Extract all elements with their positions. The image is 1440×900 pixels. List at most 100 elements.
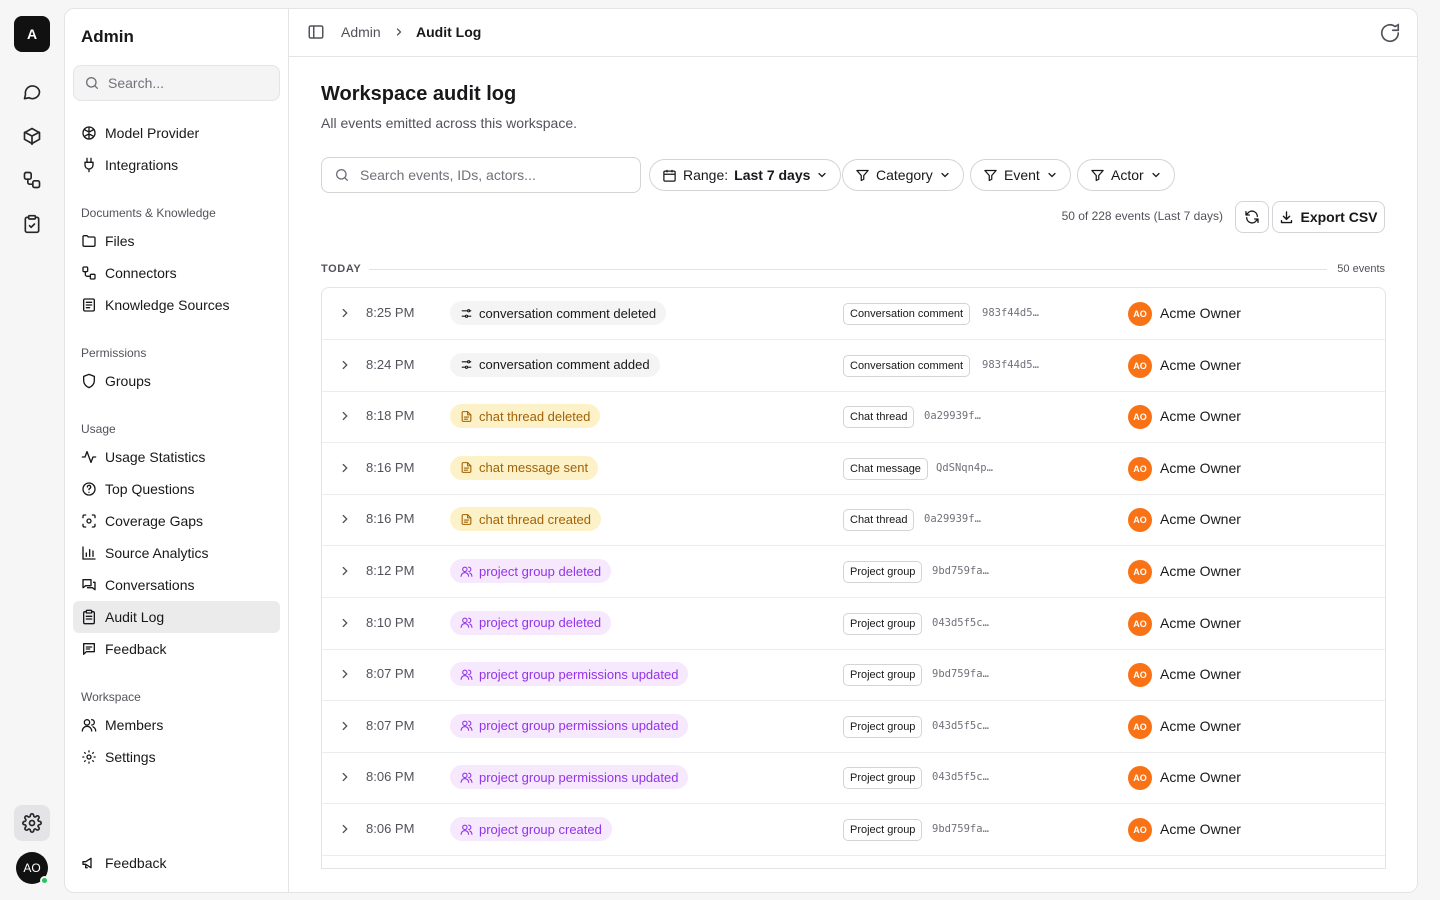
table-row[interactable]: 8:06 PM project group permissions updated… — [322, 752, 1385, 805]
chevron-right-icon[interactable] — [338, 512, 352, 526]
resource-type-badge: Chat message — [843, 457, 928, 480]
sidebar-item-label: Coverage Gaps — [105, 513, 204, 529]
event-search[interactable] — [321, 157, 641, 193]
resource-id[interactable]: 9bd759fa… — [932, 668, 989, 680]
event-time: 8:16 PM — [366, 511, 415, 527]
table-row[interactable]: 8:10 PM project group deleted Project grou… — [322, 598, 1385, 650]
sidebar-item-label: Groups — [105, 373, 151, 389]
sidebar-item-connectors[interactable]: Connectors — [73, 257, 280, 289]
event-type-label: chat message sent — [479, 460, 589, 476]
sidebar-item-label: Connectors — [105, 265, 177, 281]
sidebar-item-usage-statistics[interactable]: Usage Statistics — [73, 441, 280, 473]
clipboard-check-icon[interactable] — [14, 206, 50, 242]
file-text-icon — [460, 410, 473, 423]
sidebar-item-groups[interactable]: Groups — [73, 365, 280, 397]
breadcrumb-admin[interactable]: Admin — [341, 24, 381, 40]
table-row[interactable]: 8:12 PM project group deleted Project grou… — [322, 546, 1385, 598]
sidebar-item-integrations[interactable]: Integrations — [73, 149, 280, 181]
top-bar: Admin Audit Log — [289, 9, 1417, 57]
sidebar-item-audit-log[interactable]: Audit Log — [73, 601, 280, 633]
resource-id[interactable]: 983f44d5… — [982, 307, 1039, 319]
chevron-right-icon[interactable] — [338, 770, 352, 784]
range-filter-button[interactable]: Range: Last 7 days — [649, 159, 842, 191]
chevron-right-icon[interactable] — [338, 306, 352, 320]
table-row[interactable]: 8:18 PM chat thread deleted Chat thread 0a2… — [322, 391, 1385, 444]
sidebar-item-members[interactable]: Members — [73, 709, 280, 741]
chevron-right-icon[interactable] — [338, 822, 352, 836]
chevron-right-icon[interactable] — [338, 667, 352, 681]
resource-id[interactable]: 043d5f5c… — [932, 617, 989, 629]
section-documents-knowledge: Documents & Knowledge — [81, 206, 216, 220]
admin-sidebar: Admin Model Provider Integrations Docume… — [65, 9, 289, 892]
sidebar-item-feedback[interactable]: Feedback — [73, 633, 280, 665]
sidebar-item-label: Model Provider — [105, 125, 200, 141]
gear-icon[interactable] — [14, 805, 50, 841]
chat-bubble-icon[interactable] — [1379, 22, 1401, 44]
event-search-input[interactable] — [360, 167, 630, 183]
table-row[interactable]: 8:16 PM chat message sent Chat message QdSN… — [322, 443, 1385, 495]
chevron-right-icon[interactable] — [338, 719, 352, 733]
chevron-right-icon[interactable] — [338, 616, 352, 630]
sidebar-item-settings[interactable]: Settings — [73, 741, 280, 773]
section-permissions: Permissions — [81, 346, 147, 360]
sidebar-item-knowledge-sources[interactable]: Knowledge Sources — [73, 289, 280, 321]
resource-id[interactable]: 043d5f5c… — [932, 771, 989, 783]
workflow-icon — [460, 358, 473, 371]
actor-avatar: AO — [1128, 714, 1152, 739]
actor-avatar: AO — [1128, 663, 1152, 688]
sidebar-search[interactable] — [73, 65, 280, 101]
audit-events-table: 8:25 PM conversation comment deleted Conve… — [321, 287, 1386, 869]
chevron-right-icon[interactable] — [338, 409, 352, 423]
table-row[interactable]: 8:07 PM project group permissions updated… — [322, 649, 1385, 702]
sidebar-search-input[interactable] — [108, 75, 258, 91]
users-icon — [460, 719, 473, 732]
sidebar-item-files[interactable]: Files — [73, 225, 280, 257]
actor-name: Acme Owner — [1160, 717, 1241, 734]
chevron-right-icon[interactable] — [338, 461, 352, 475]
sidebar-item-model-provider[interactable]: Model Provider — [73, 117, 280, 149]
sidebar-item-source-analytics[interactable]: Source Analytics — [73, 537, 280, 569]
scan-icon — [81, 513, 97, 529]
resource-id[interactable]: 983f44d5… — [982, 359, 1039, 371]
resource-id[interactable]: QdSNqn4p… — [936, 462, 993, 474]
chevron-right-icon[interactable] — [338, 564, 352, 578]
resource-type-badge: Conversation comment — [843, 354, 971, 377]
table-row[interactable]: 8:16 PM chat thread created Chat thread 0a2… — [322, 494, 1385, 547]
event-type-label: project group deleted — [479, 563, 602, 579]
sidebar-toggle-icon[interactable] — [307, 23, 325, 41]
actor-avatar: AO — [1128, 611, 1152, 636]
table-row[interactable]: 8:06 PM project group created Project grou… — [322, 804, 1385, 856]
table-row[interactable]: 8:25 PM conversation comment deleted Conve… — [322, 288, 1385, 340]
table-row[interactable]: 8:07 PM project group permissions updated… — [322, 701, 1385, 753]
actor-name: Acme Owner — [1160, 408, 1241, 425]
table-row[interactable]: 8:24 PM conversation comment added Convers… — [322, 340, 1385, 392]
chat-icon[interactable] — [14, 74, 50, 110]
section-workspace: Workspace — [81, 690, 141, 704]
file-text-icon — [460, 513, 473, 526]
category-filter-button[interactable]: Category — [842, 159, 964, 191]
workspace-logo[interactable]: A — [14, 16, 50, 52]
export-csv-button[interactable]: Export CSV — [1272, 201, 1385, 233]
book-icon — [81, 297, 97, 313]
resource-id[interactable]: 9bd759fa… — [932, 823, 989, 835]
refresh-button[interactable] — [1235, 201, 1269, 233]
resource-id[interactable]: 0a29939f… — [924, 513, 981, 525]
event-filter-button[interactable]: Event — [970, 159, 1071, 191]
sidebar-item-feedback-footer[interactable]: Feedback — [73, 847, 280, 879]
event-type-badge: conversation comment deleted — [450, 301, 667, 325]
sidebar-item-top-questions[interactable]: Top Questions — [73, 473, 280, 505]
resource-id[interactable]: 043d5f5c… — [932, 720, 989, 732]
actor-avatar: AO — [1128, 456, 1152, 481]
resource-id[interactable]: 9bd759fa… — [932, 565, 989, 577]
event-type-label: conversation comment deleted — [479, 305, 657, 321]
cube-icon[interactable] — [14, 118, 50, 154]
sidebar-item-label: Members — [105, 717, 164, 733]
sidebar-item-conversations[interactable]: Conversations — [73, 569, 280, 601]
event-type-badge: project group permissions updated — [450, 662, 689, 687]
chevron-right-icon[interactable] — [338, 358, 352, 372]
resource-id[interactable]: 0a29939f… — [924, 410, 981, 422]
actor-filter-button[interactable]: Actor — [1077, 159, 1175, 191]
workflow-icon[interactable] — [14, 162, 50, 198]
actor-avatar: AO — [1128, 508, 1152, 533]
sidebar-item-coverage-gaps[interactable]: Coverage Gaps — [73, 505, 280, 537]
